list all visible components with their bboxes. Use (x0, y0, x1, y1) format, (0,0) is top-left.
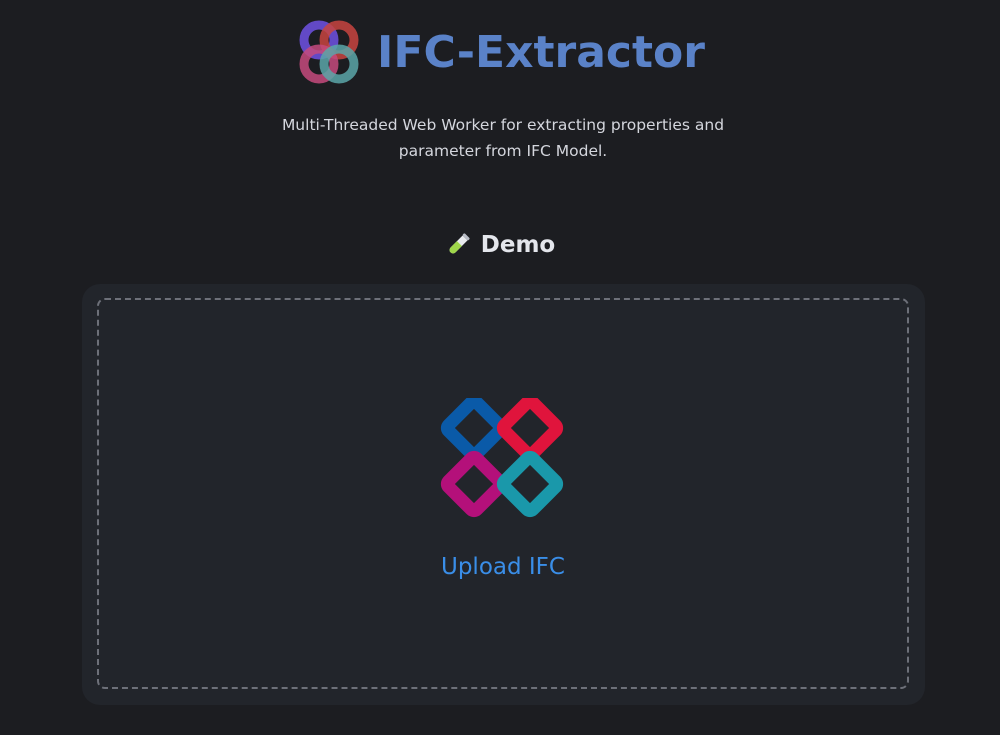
page: IFC-Extractor Multi-Threaded Web Worker … (0, 0, 1000, 735)
app-subtitle: Multi-Threaded Web Worker for extracting… (281, 116, 725, 160)
interlocking-rings-logo-icon (299, 20, 359, 84)
app-title: IFC-Extractor (377, 27, 705, 78)
header: IFC-Extractor (0, 18, 1000, 88)
demo-heading: Demo (0, 232, 1000, 258)
demo-card: Upload IFC (82, 284, 925, 705)
upload-ifc-label[interactable]: Upload IFC (99, 554, 907, 580)
demo-title: Demo (480, 232, 556, 258)
test-tube-icon (449, 233, 470, 254)
upload-dropzone[interactable]: Upload IFC (97, 298, 909, 689)
ifc-logo-icon (440, 398, 564, 518)
